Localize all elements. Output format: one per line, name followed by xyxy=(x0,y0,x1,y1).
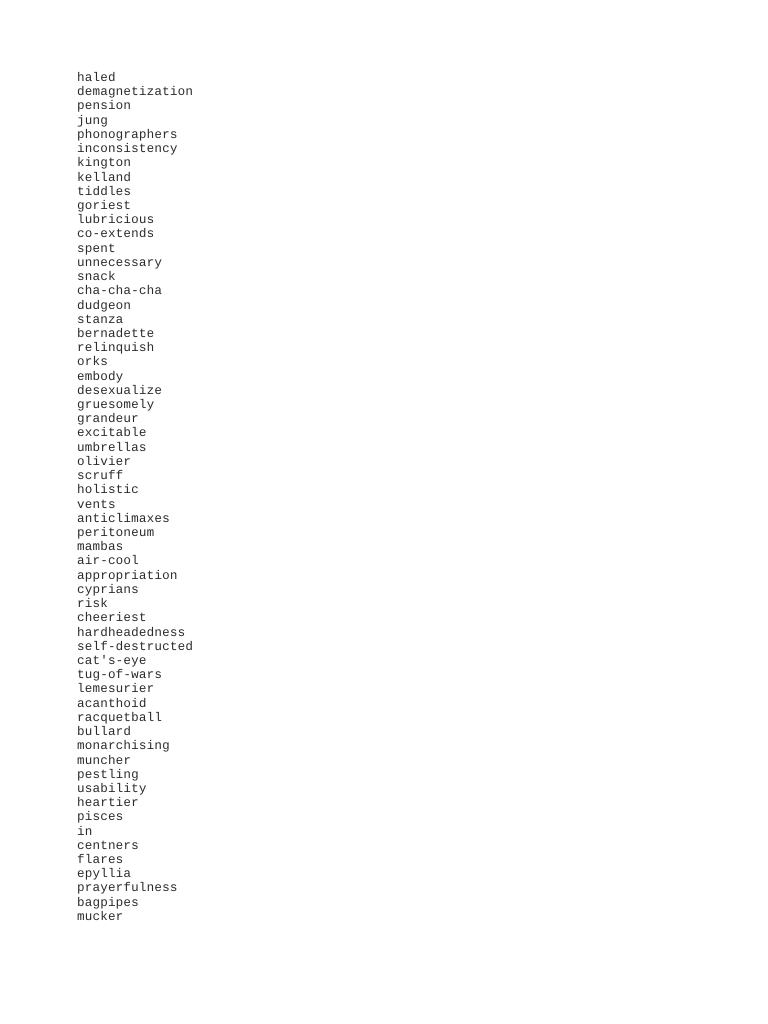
document-page: haled demagnetization pension jung phonograp… xyxy=(0,0,768,1024)
word-list-item: holistic xyxy=(77,483,139,498)
word-list-item: lubricious xyxy=(77,213,155,228)
word-list-item: vents xyxy=(77,497,116,512)
word-list-item: prayerfulness xyxy=(77,881,178,896)
word-list-item: jung xyxy=(77,113,108,128)
word-list-item: monarchising xyxy=(77,739,170,754)
word-list-item: appropriation xyxy=(77,568,178,583)
word-list-item: gruesomely xyxy=(77,398,155,413)
word-list-item: grandeur xyxy=(77,412,139,427)
word-list-item: co-extends xyxy=(77,227,155,242)
word-list-item: cha-cha-cha xyxy=(77,284,163,299)
word-list-item: tiddles xyxy=(77,184,132,199)
word-list-item: mambas xyxy=(77,540,124,555)
word-list-item: demagnetization xyxy=(77,85,194,100)
word-list-item: pestling xyxy=(77,767,139,782)
word-list-item: kelland xyxy=(77,170,132,185)
word-list-item: peritoneum xyxy=(77,526,155,540)
word-list-item: spent xyxy=(77,241,116,256)
word-list-item: cyprians xyxy=(77,582,139,597)
word-list-item: cat's-eye xyxy=(77,653,147,668)
word-list-item: centners xyxy=(77,838,139,853)
word-list-item: risk xyxy=(77,597,108,612)
word-list-item: haled xyxy=(77,71,116,85)
word-list-item: olivier xyxy=(77,454,132,469)
word-list-item: unnecessary xyxy=(77,255,163,270)
word-list-item: lemesurier xyxy=(77,682,155,697)
word-list-item: umbrellas xyxy=(77,440,147,455)
word-list-item: orks xyxy=(77,355,108,370)
word-list-item: phonographers xyxy=(77,127,178,142)
word-list-item: desexualize xyxy=(77,383,163,398)
word-list-item: scruff xyxy=(77,469,124,484)
word-list-item: relinquish xyxy=(77,341,155,356)
word-list-item: excitable xyxy=(77,426,147,441)
word-list-item: snack xyxy=(77,270,116,285)
word-list-item: in xyxy=(77,824,93,839)
word-list-item: pension xyxy=(77,99,132,114)
word-list-item: self-destructed xyxy=(77,639,194,654)
word-list-item: embody xyxy=(77,369,124,384)
word-list-item: hardheadedness xyxy=(77,625,186,640)
word-list-item: acanthoid xyxy=(77,696,147,711)
word-list-item: bernadette xyxy=(77,326,155,341)
word-list-item: tug-of-wars xyxy=(77,668,163,683)
word-list-item: bagpipes xyxy=(77,895,139,910)
word-list-item: anticlimaxes xyxy=(77,511,170,526)
word-list-item: cheeriest xyxy=(77,611,147,626)
word-list-item: pisces xyxy=(77,810,124,825)
word-list-item: heartier xyxy=(77,796,139,811)
word-list-item: dudgeon xyxy=(77,298,132,313)
word-list-item: flares xyxy=(77,853,124,868)
word-list-item: usability xyxy=(77,781,147,796)
word-list: haled demagnetization pension jung phonograp… xyxy=(77,71,193,924)
word-list-item: mucker xyxy=(77,909,124,924)
word-list-item: inconsistency xyxy=(77,142,178,157)
word-list-item: kington xyxy=(77,156,132,171)
word-list-item: bullard xyxy=(77,725,132,740)
word-list-item: stanza xyxy=(77,312,124,327)
word-list-item: goriest xyxy=(77,198,132,213)
word-list-item: epyllia xyxy=(77,867,132,882)
word-list-item: muncher xyxy=(77,753,132,768)
word-list-item: racquetball xyxy=(77,710,163,725)
word-list-item: air-cool xyxy=(77,554,139,569)
